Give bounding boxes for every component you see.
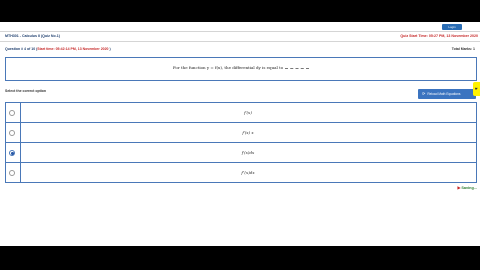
- reload-math-equations-button[interactable]: ⟳ Reload Math Equations: [418, 89, 476, 99]
- saving-label: Saving...: [461, 186, 477, 190]
- question-box: For the function y = f(x), the different…: [5, 57, 477, 81]
- saving-arrow-icon: ▶: [457, 186, 461, 190]
- course-title: MTH301 - Calculus II (Quiz No.1): [5, 34, 60, 38]
- option-1-text: f′(x): [244, 110, 252, 115]
- quiz-start-time: Quiz Start Time: 05:27 PM, 13 November 2…: [400, 34, 478, 38]
- answer-blank: [285, 65, 310, 69]
- pointer-icon[interactable]: ☛: [473, 82, 480, 96]
- question-text-line: For the function y = f(x), the different…: [6, 65, 476, 70]
- option-2-radio-cell: [6, 123, 21, 142]
- refresh-icon: ⟳: [422, 91, 426, 96]
- reload-button-label: Reload Math Equations: [427, 92, 461, 96]
- login-button[interactable]: Login: [442, 24, 462, 30]
- option-1[interactable]: f′(x): [5, 102, 477, 123]
- option-4[interactable]: f″(x)dx: [5, 162, 477, 183]
- option-3-text: f′(x)dx: [241, 150, 255, 155]
- option-1-radio-cell: [6, 103, 21, 122]
- quiz-header-bar: MTH301 - Calculus II (Quiz No.1) Quiz St…: [0, 31, 480, 42]
- quiz-page: Login MTH301 - Calculus II (Quiz No.1) Q…: [0, 22, 480, 246]
- question-number: Question # 4 of 10 (: [5, 47, 38, 51]
- option-3-radio-cell: [6, 143, 21, 162]
- option-2[interactable]: f′(x) x: [5, 122, 477, 143]
- option-1-radio[interactable]: [9, 110, 15, 116]
- option-3[interactable]: f′(x)dx: [5, 142, 477, 163]
- option-2-radio[interactable]: [9, 130, 15, 136]
- option-4-radio[interactable]: [9, 170, 15, 176]
- saving-status: ▶Saving...: [457, 185, 477, 190]
- question-info-close: ): [108, 47, 111, 51]
- question-info: Question # 4 of 10 (Start time: 05:42:14…: [5, 47, 111, 51]
- question-text: For the function y = f(x), the different…: [172, 65, 284, 70]
- question-start-time: Start time: 05:42:14 PM, 13 November 202…: [37, 47, 109, 51]
- option-2-text: f′(x) x: [242, 130, 254, 135]
- total-marks: Total Marks: 1: [451, 47, 475, 51]
- option-4-text: f″(x)dx: [241, 170, 255, 175]
- option-3-radio[interactable]: [9, 150, 15, 156]
- select-option-label: Select the correct option: [5, 89, 47, 93]
- option-4-radio-cell: [6, 163, 21, 182]
